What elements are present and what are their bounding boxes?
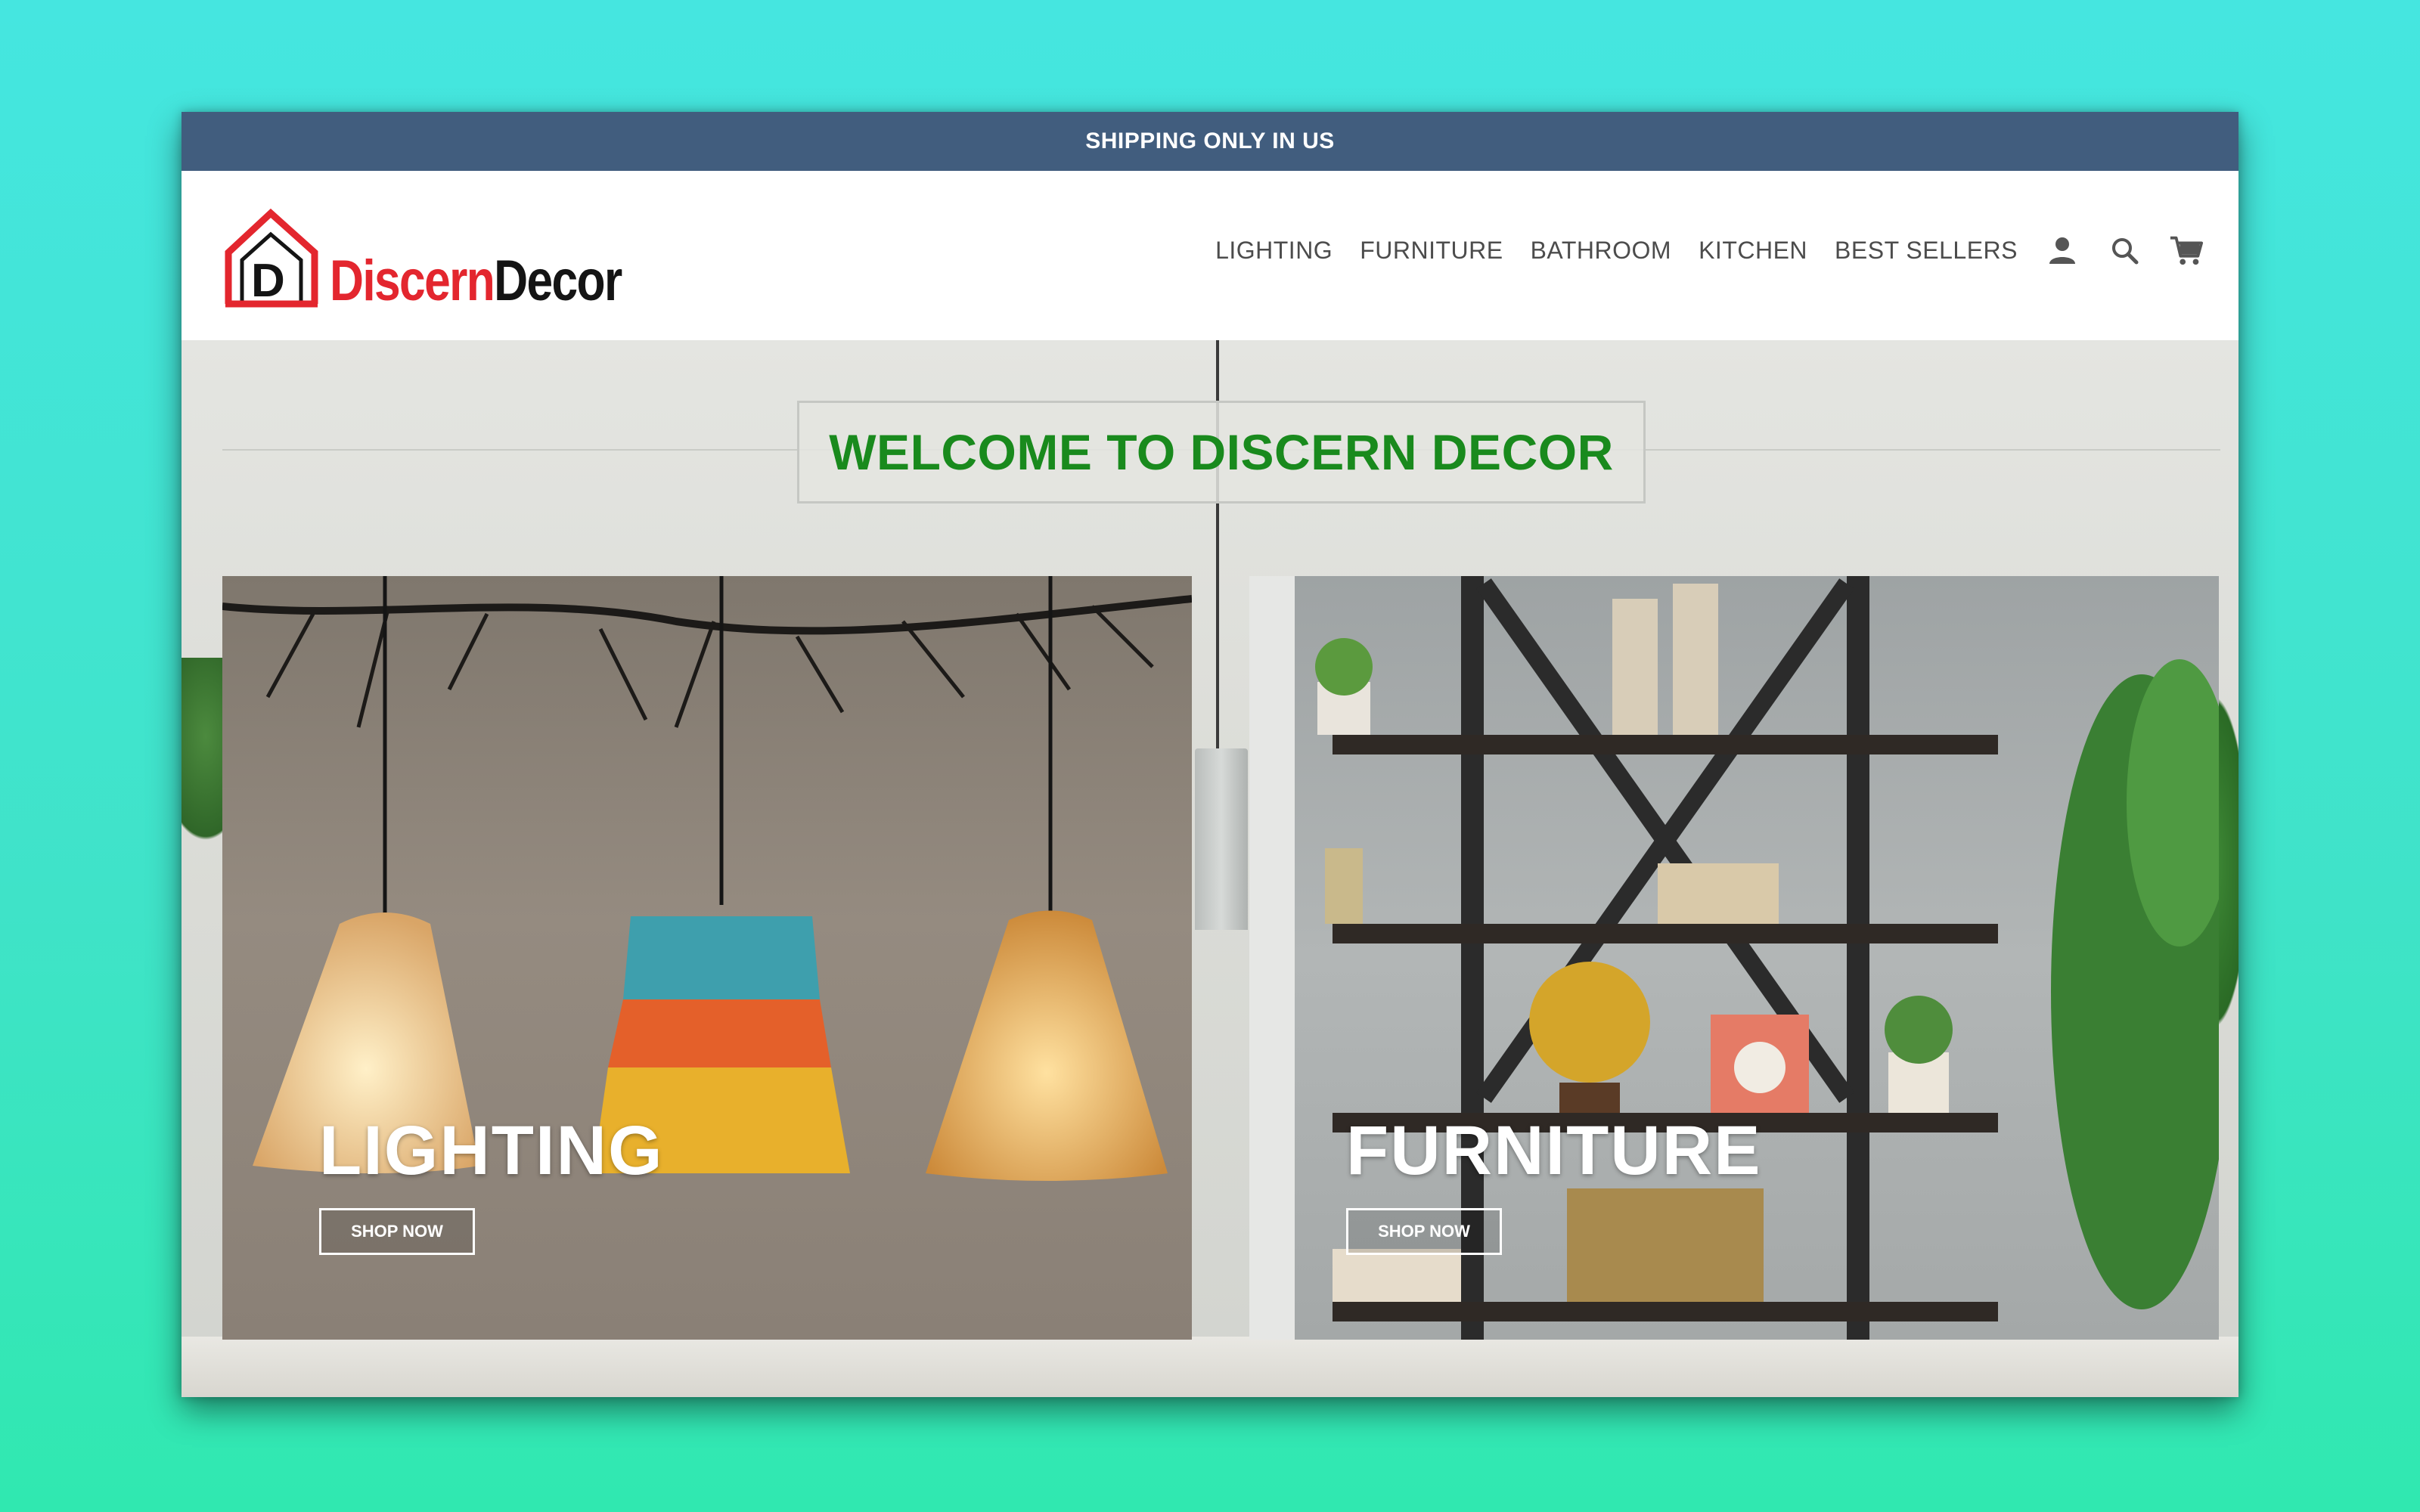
browser-window: SHIPPING ONLY IN US D DiscernDecor LIGHT… [182, 112, 2238, 1397]
pendant-shade [1195, 748, 1248, 930]
house-logo-icon: D [225, 208, 318, 308]
site-header: D DiscernDecor LIGHTING FURNITURE BATHRO… [182, 171, 2238, 340]
nav-item-furniture[interactable]: FURNITURE [1360, 237, 1503, 265]
nav-item-bathroom[interactable]: BATHROOM [1531, 237, 1672, 265]
category-title: LIGHTING [319, 1112, 664, 1189]
category-card-lighting[interactable]: LIGHTING SHOP NOW [222, 576, 1192, 1340]
logo-text-discern: Discern [330, 249, 495, 313]
shop-now-button[interactable]: SHOP NOW [1346, 1208, 1502, 1255]
account-icon[interactable] [2045, 233, 2080, 268]
category-title: FURNITURE [1346, 1112, 1762, 1189]
shop-now-button[interactable]: SHOP NOW [319, 1208, 475, 1255]
welcome-banner: WELCOME TO DISCERN DECOR [797, 401, 1646, 503]
nav-item-best-sellers[interactable]: BEST SELLERS [1835, 237, 2018, 265]
main-nav: LIGHTING FURNITURE BATHROOM KITCHEN BEST… [1188, 233, 2204, 268]
search-icon[interactable] [2107, 233, 2142, 268]
cart-icon[interactable] [2169, 233, 2204, 268]
nav-item-lighting[interactable]: LIGHTING [1215, 237, 1333, 265]
hero-section: WELCOME TO DISCERN DECOR LIGHTING SHOP N… [182, 340, 2238, 1397]
announcement-text: SHIPPING ONLY IN US [1085, 129, 1335, 153]
announcement-bar: SHIPPING ONLY IN US [182, 112, 2238, 171]
svg-text:D: D [251, 255, 285, 307]
nav-item-kitchen[interactable]: KITCHEN [1699, 237, 1807, 265]
hero-bottom-strip [182, 1337, 2238, 1397]
logo-wordmark: DiscernDecor [330, 253, 622, 310]
site-logo[interactable]: D DiscernDecor [221, 206, 685, 311]
welcome-title: WELCOME TO DISCERN DECOR [829, 424, 1614, 480]
logo-text-decor: Decor [494, 249, 622, 313]
category-card-furniture[interactable]: FURNITURE SHOP NOW [1249, 576, 2219, 1340]
